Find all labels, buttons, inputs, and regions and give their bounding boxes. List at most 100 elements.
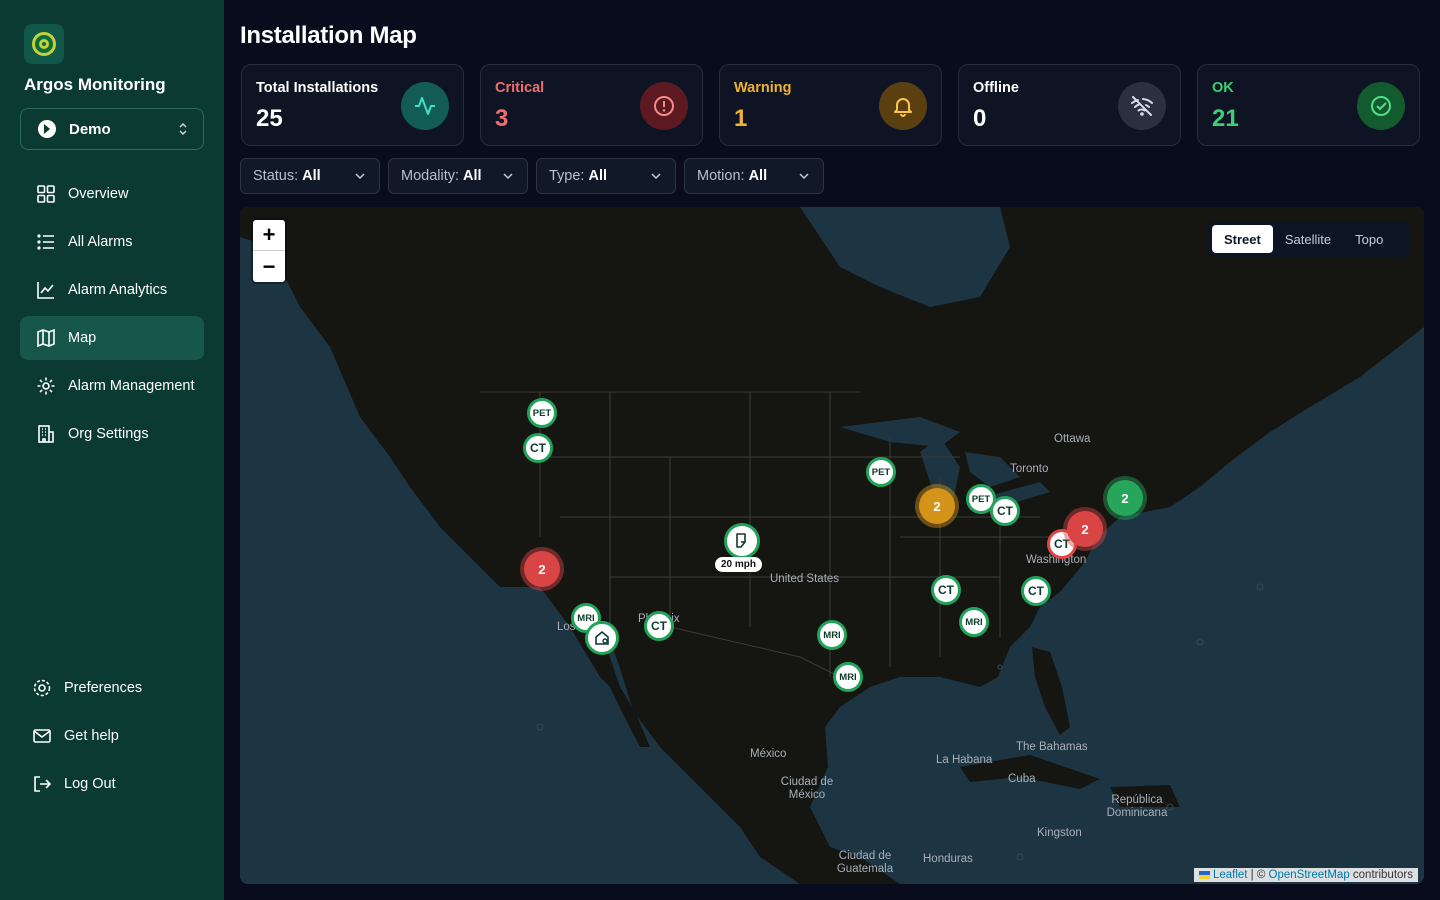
card-value: 1 xyxy=(734,105,748,132)
nav-overview-label: Overview xyxy=(68,186,129,202)
activity-icon xyxy=(401,82,449,130)
nav-get-help[interactable]: Get help xyxy=(20,714,204,758)
installation-map[interactable]: + − Street Satellite Topo Ottawa Toronto… xyxy=(240,207,1424,884)
layer-switcher: Street Satellite Topo xyxy=(1208,221,1410,257)
brand-name: Argos Monitoring xyxy=(24,75,166,94)
map-marker-device[interactable] xyxy=(585,621,619,655)
layer-satellite-button[interactable]: Satellite xyxy=(1273,225,1343,253)
map-marker-pet[interactable]: PET xyxy=(866,457,896,487)
nav-overview[interactable]: Overview xyxy=(20,172,204,216)
filter-label: Status: xyxy=(253,168,299,184)
cluster-ok[interactable]: 2 xyxy=(1107,480,1143,516)
nav-alarm-management-label: Alarm Management xyxy=(68,378,195,394)
map-marker-ct[interactable]: CT xyxy=(990,496,1020,526)
list-icon xyxy=(37,234,54,250)
card-label: Offline xyxy=(973,80,1019,96)
card-value: 3 xyxy=(495,105,509,132)
nav-org-settings[interactable]: Org Settings xyxy=(20,412,204,456)
nav-log-out-label: Log Out xyxy=(64,776,116,792)
card-warning[interactable]: Warning 1 xyxy=(719,64,942,146)
cluster-critical[interactable]: 2 xyxy=(524,551,560,587)
nav-org-settings-label: Org Settings xyxy=(68,426,149,442)
motion-filter[interactable]: Motion: All xyxy=(684,158,824,194)
nav-map[interactable]: Map xyxy=(20,316,204,360)
card-label: OK xyxy=(1212,80,1234,96)
filter-bar: Status: All Modality: All Type: All Moti… xyxy=(240,158,824,194)
map-marker-ct[interactable]: CT xyxy=(644,611,674,641)
ukraine-flag-icon xyxy=(1198,870,1210,879)
org-icon xyxy=(38,120,56,138)
building-icon xyxy=(38,425,54,443)
layer-street-button[interactable]: Street xyxy=(1212,225,1273,253)
page-title: Installation Map xyxy=(240,22,417,49)
chevron-down-icon xyxy=(503,173,513,180)
zoom-control: + − xyxy=(253,220,285,282)
leaflet-link[interactable]: Leaflet xyxy=(1213,869,1248,881)
attribution-suffix: contributors xyxy=(1349,869,1413,881)
org-name: Demo xyxy=(69,120,111,138)
chevron-down-icon xyxy=(651,173,661,180)
place-label: República Dominicana xyxy=(1106,794,1168,819)
card-ok[interactable]: OK 21 xyxy=(1197,64,1420,146)
wifi-off-icon xyxy=(1118,82,1166,130)
nav-all-alarms-label: All Alarms xyxy=(68,234,133,250)
nav-log-out[interactable]: Log Out xyxy=(20,762,204,806)
cluster-critical[interactable]: 2 xyxy=(1067,511,1103,547)
map-marker-pet[interactable]: PET xyxy=(527,398,557,428)
map-marker-ct[interactable]: CT xyxy=(1021,576,1051,606)
card-label: Total Installations xyxy=(256,80,379,96)
filter-label: Type: xyxy=(549,168,585,184)
place-label: La Habana xyxy=(936,754,993,766)
card-offline[interactable]: Offline 0 xyxy=(958,64,1181,146)
place-label: Ciudad de México xyxy=(780,776,834,801)
logout-icon xyxy=(34,776,52,792)
nav-preferences-label: Preferences xyxy=(64,680,143,696)
place-label: The Bahamas xyxy=(1016,741,1088,753)
nav-preferences[interactable]: Preferences xyxy=(20,666,204,710)
attribution-separator: | © xyxy=(1247,869,1269,881)
nav-alarm-analytics-label: Alarm Analytics xyxy=(68,282,168,298)
nav-alarm-analytics[interactable]: Alarm Analytics xyxy=(20,268,204,312)
org-selector[interactable]: Demo xyxy=(20,108,204,150)
map-marker-mri[interactable]: MRI xyxy=(833,662,863,692)
osm-link[interactable]: OpenStreetMap xyxy=(1269,869,1350,881)
nav-get-help-label: Get help xyxy=(64,728,119,744)
summary-cards: Total Installations 25 Critical 3 Warnin… xyxy=(241,64,1420,146)
status-filter[interactable]: Status: All xyxy=(240,158,380,194)
card-value: 21 xyxy=(1212,105,1239,132)
chevron-up-down-icon xyxy=(179,122,187,136)
nav-map-label: Map xyxy=(68,330,97,346)
gear-icon xyxy=(37,377,55,395)
map-marker-ct[interactable]: CT xyxy=(931,575,961,605)
map-marker-mri[interactable]: MRI xyxy=(817,620,847,650)
type-filter[interactable]: Type: All xyxy=(536,158,676,194)
chevron-down-icon xyxy=(355,173,365,180)
cluster-warning[interactable]: 2 xyxy=(919,488,955,524)
main-nav: Overview All Alarms Alarm Analytics Map … xyxy=(20,172,204,460)
place-label: Cuba xyxy=(1008,773,1036,785)
chevron-down-icon xyxy=(799,173,809,180)
map-attribution: Leaflet | © OpenStreetMap contributors xyxy=(1193,868,1418,882)
nav-all-alarms[interactable]: All Alarms xyxy=(20,220,204,264)
line-chart-icon xyxy=(37,282,54,299)
place-label: Ottawa xyxy=(1054,433,1091,445)
zoom-in-button[interactable]: + xyxy=(253,220,285,251)
truck-icon xyxy=(736,533,746,548)
card-label: Warning xyxy=(734,80,792,96)
filter-label: Motion: xyxy=(697,168,745,184)
check-circle-icon xyxy=(1357,82,1405,130)
place-label: Honduras xyxy=(923,853,973,865)
zoom-out-button[interactable]: − xyxy=(253,251,285,282)
map-marker-mri[interactable]: MRI xyxy=(959,607,989,637)
nav-alarm-management[interactable]: Alarm Management xyxy=(20,364,204,408)
layer-topo-button[interactable]: Topo xyxy=(1343,225,1395,253)
filter-value: All xyxy=(463,168,482,184)
map-marker-moving[interactable] xyxy=(724,523,760,559)
modality-filter[interactable]: Modality: All xyxy=(388,158,528,194)
card-critical[interactable]: Critical 3 xyxy=(480,64,703,146)
app-logo[interactable] xyxy=(24,24,64,64)
speed-badge: 20 mph xyxy=(715,557,763,572)
filter-value: All xyxy=(302,168,321,184)
card-total-installations[interactable]: Total Installations 25 xyxy=(241,64,464,146)
map-marker-ct[interactable]: CT xyxy=(523,433,553,463)
